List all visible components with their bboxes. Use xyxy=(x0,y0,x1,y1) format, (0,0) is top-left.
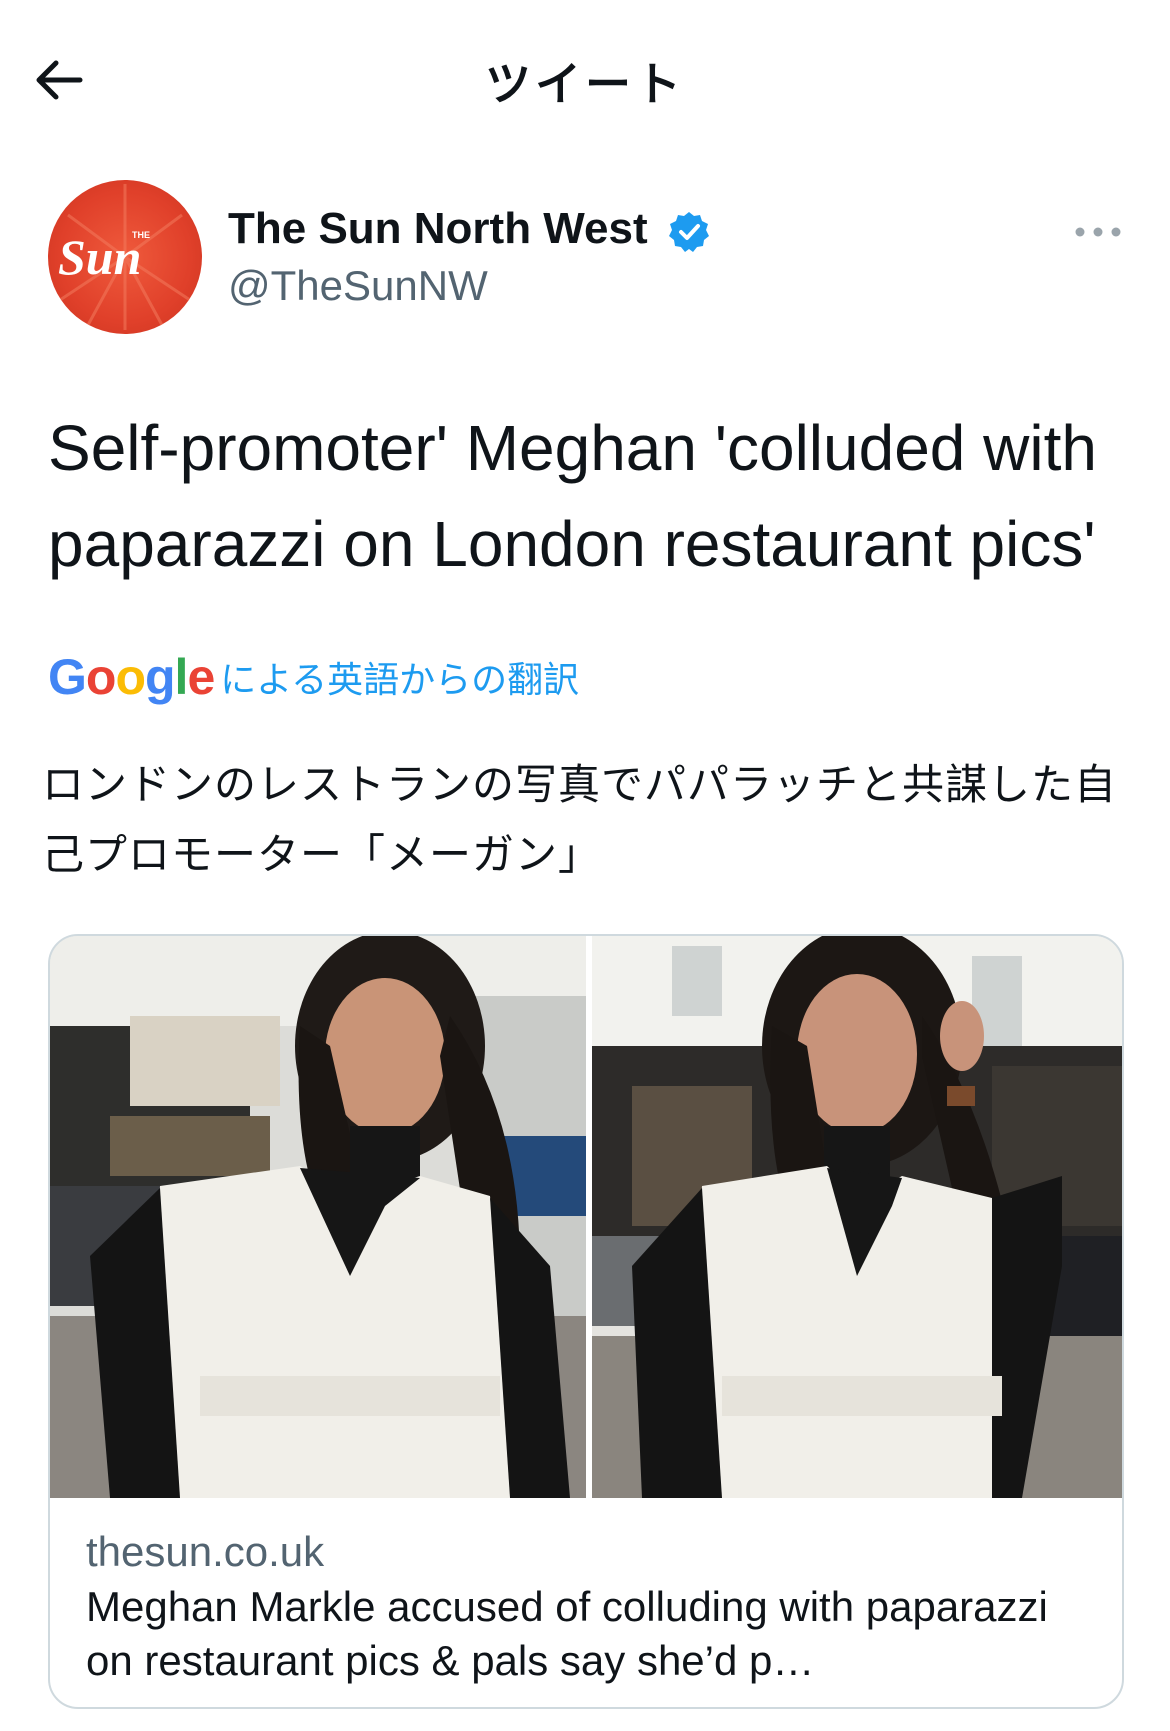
tweet-detail-screen: ツイート THE Sun The Sun North West @TheSunN… xyxy=(0,0,1170,1731)
link-preview-card[interactable]: thesun.co.uk Meghan Markle accused of co… xyxy=(48,934,1124,1709)
card-domain: thesun.co.uk xyxy=(86,1528,325,1575)
svg-text:Sun: Sun xyxy=(58,229,141,285)
translated-text: ロンドンのレストランの写真でパパラッチと共謀した自己プロモーター「メーガン」 xyxy=(42,760,1118,879)
translation-label: による英語からの翻訳 xyxy=(220,660,580,701)
card-photo-right xyxy=(592,936,1122,1498)
card-title: Meghan Markle accused of colluding with … xyxy=(86,1583,1048,1684)
more-options-button[interactable] xyxy=(1070,210,1126,254)
page-title: ツイート xyxy=(485,57,685,111)
more-horizontal-icon xyxy=(1075,227,1121,237)
tweet-text: Self-promoter' Meghan 'colluded with pap… xyxy=(48,412,1097,580)
verified-badge-icon xyxy=(667,210,711,254)
top-navigation-bar: ツイート xyxy=(0,0,1170,150)
avatar[interactable]: THE Sun xyxy=(48,180,202,334)
card-image xyxy=(50,936,1122,1498)
user-handle[interactable]: @TheSunNW xyxy=(228,262,488,310)
the-sun-logo: THE Sun xyxy=(58,184,191,330)
card-photo-left xyxy=(50,936,586,1498)
google-logo: Google xyxy=(48,649,215,705)
translation-attribution[interactable]: Google による英語からの翻訳 xyxy=(48,648,579,708)
display-name[interactable]: The Sun North West xyxy=(228,204,648,254)
